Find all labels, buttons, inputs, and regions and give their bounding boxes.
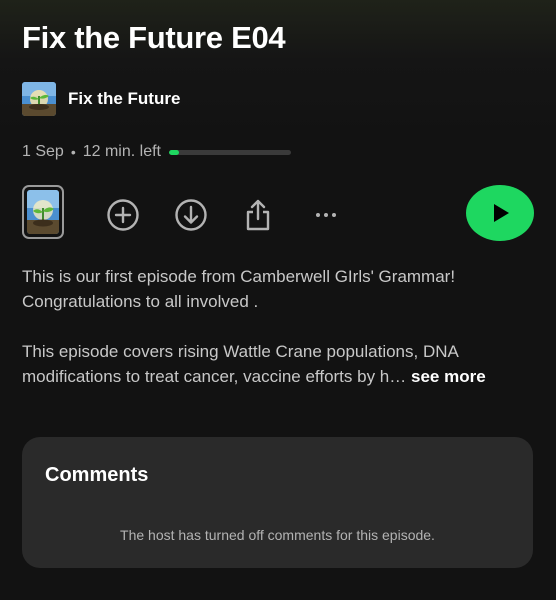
show-artwork[interactable] (22, 82, 56, 116)
share-icon[interactable] (241, 198, 275, 232)
show-link[interactable]: Fix the Future (22, 82, 180, 116)
episode-meta: 1 Sep • 12 min. left (22, 142, 291, 162)
episode-actions (22, 185, 534, 247)
listen-progress-fill (168, 149, 179, 155)
add-circle-icon[interactable] (106, 198, 140, 232)
meta-separator: • (70, 144, 76, 160)
episode-description: This is our first episode from Camberwel… (22, 264, 534, 389)
episode-cover-button[interactable] (22, 185, 64, 239)
comments-card: Comments The host has turned off comment… (22, 437, 533, 568)
see-more-link[interactable]: see more (411, 367, 486, 386)
more-options-icon[interactable] (309, 198, 343, 232)
comments-title: Comments (45, 464, 149, 486)
play-icon (494, 204, 509, 222)
listen-progress-bar (168, 149, 291, 155)
description-paragraph-2: This episode covers rising Wattle Crane … (22, 339, 534, 389)
episode-cover-thumbnail (27, 190, 59, 234)
show-name[interactable]: Fix the Future (68, 89, 180, 109)
download-circle-icon[interactable] (174, 198, 208, 232)
description-paragraph-2-text: This episode covers rising Wattle Crane … (22, 342, 458, 386)
episode-title: Fix the Future E04 (22, 20, 286, 55)
comments-disabled-note: The host has turned off comments for thi… (120, 527, 435, 543)
description-paragraph-1: This is our first episode from Camberwel… (22, 267, 456, 311)
episode-date: 1 Sep (22, 143, 64, 160)
time-left: 12 min. left (82, 143, 161, 160)
play-button[interactable] (466, 185, 534, 241)
